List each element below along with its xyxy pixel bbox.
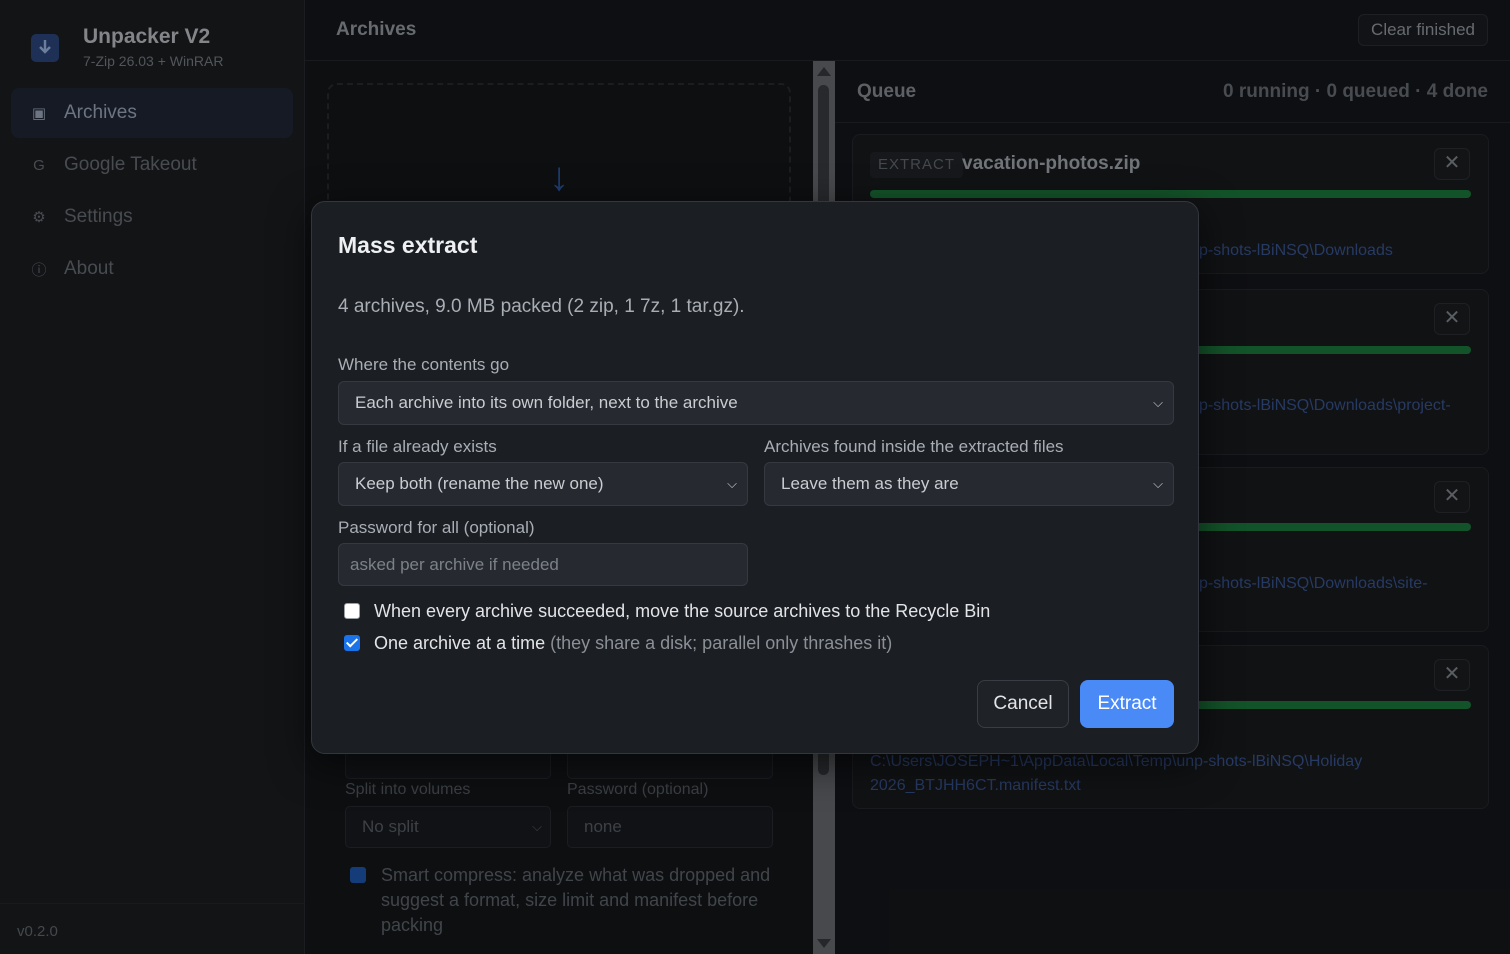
chevron-down-icon: ⌵ — [1153, 476, 1163, 491]
password-all-input[interactable]: asked per archive if needed — [338, 543, 748, 586]
recycle-label[interactable]: When every archive succeeded, move the s… — [374, 601, 990, 622]
exists-value: Keep both (rename the new one) — [355, 474, 604, 493]
app-window: Unpacker V2 7-Zip 26.03 + WinRAR ▣ Archi… — [0, 0, 1510, 954]
destination-select[interactable]: Each archive into its own folder, next t… — [338, 381, 1174, 425]
nested-select[interactable]: Leave them as they are ⌵ — [764, 462, 1174, 506]
nested-label: Archives found inside the extracted file… — [764, 437, 1064, 456]
one-at-a-time-option[interactable]: One archive at a time (they share a disk… — [374, 633, 892, 654]
dialog-summary: 4 archives, 9.0 MB packed (2 zip, 1 7z, … — [338, 296, 745, 317]
dialog-title: Mass extract — [338, 232, 478, 258]
one-at-a-time-hint: (they share a disk; parallel only thrash… — [550, 633, 893, 653]
exists-select[interactable]: Keep both (rename the new one) ⌵ — [338, 462, 748, 506]
password-all-placeholder: asked per archive if needed — [350, 555, 559, 574]
destination-value: Each archive into its own folder, next t… — [355, 393, 738, 412]
mass-extract-dialog: Mass extract 4 archives, 9.0 MB packed (… — [311, 201, 1199, 754]
destination-label: Where the contents go — [338, 355, 510, 374]
exists-label: If a file already exists — [338, 437, 497, 456]
chevron-down-icon: ⌵ — [1153, 395, 1163, 410]
one-at-a-time-checkbox[interactable] — [344, 635, 360, 651]
one-at-a-time-label: One archive at a time — [374, 633, 546, 653]
password-all-label: Password for all (optional) — [338, 518, 535, 537]
nested-value: Leave them as they are — [781, 474, 959, 493]
extract-button[interactable]: Extract — [1080, 680, 1174, 728]
recycle-checkbox[interactable] — [344, 603, 360, 619]
cancel-button[interactable]: Cancel — [977, 680, 1069, 728]
chevron-down-icon: ⌵ — [727, 476, 737, 491]
